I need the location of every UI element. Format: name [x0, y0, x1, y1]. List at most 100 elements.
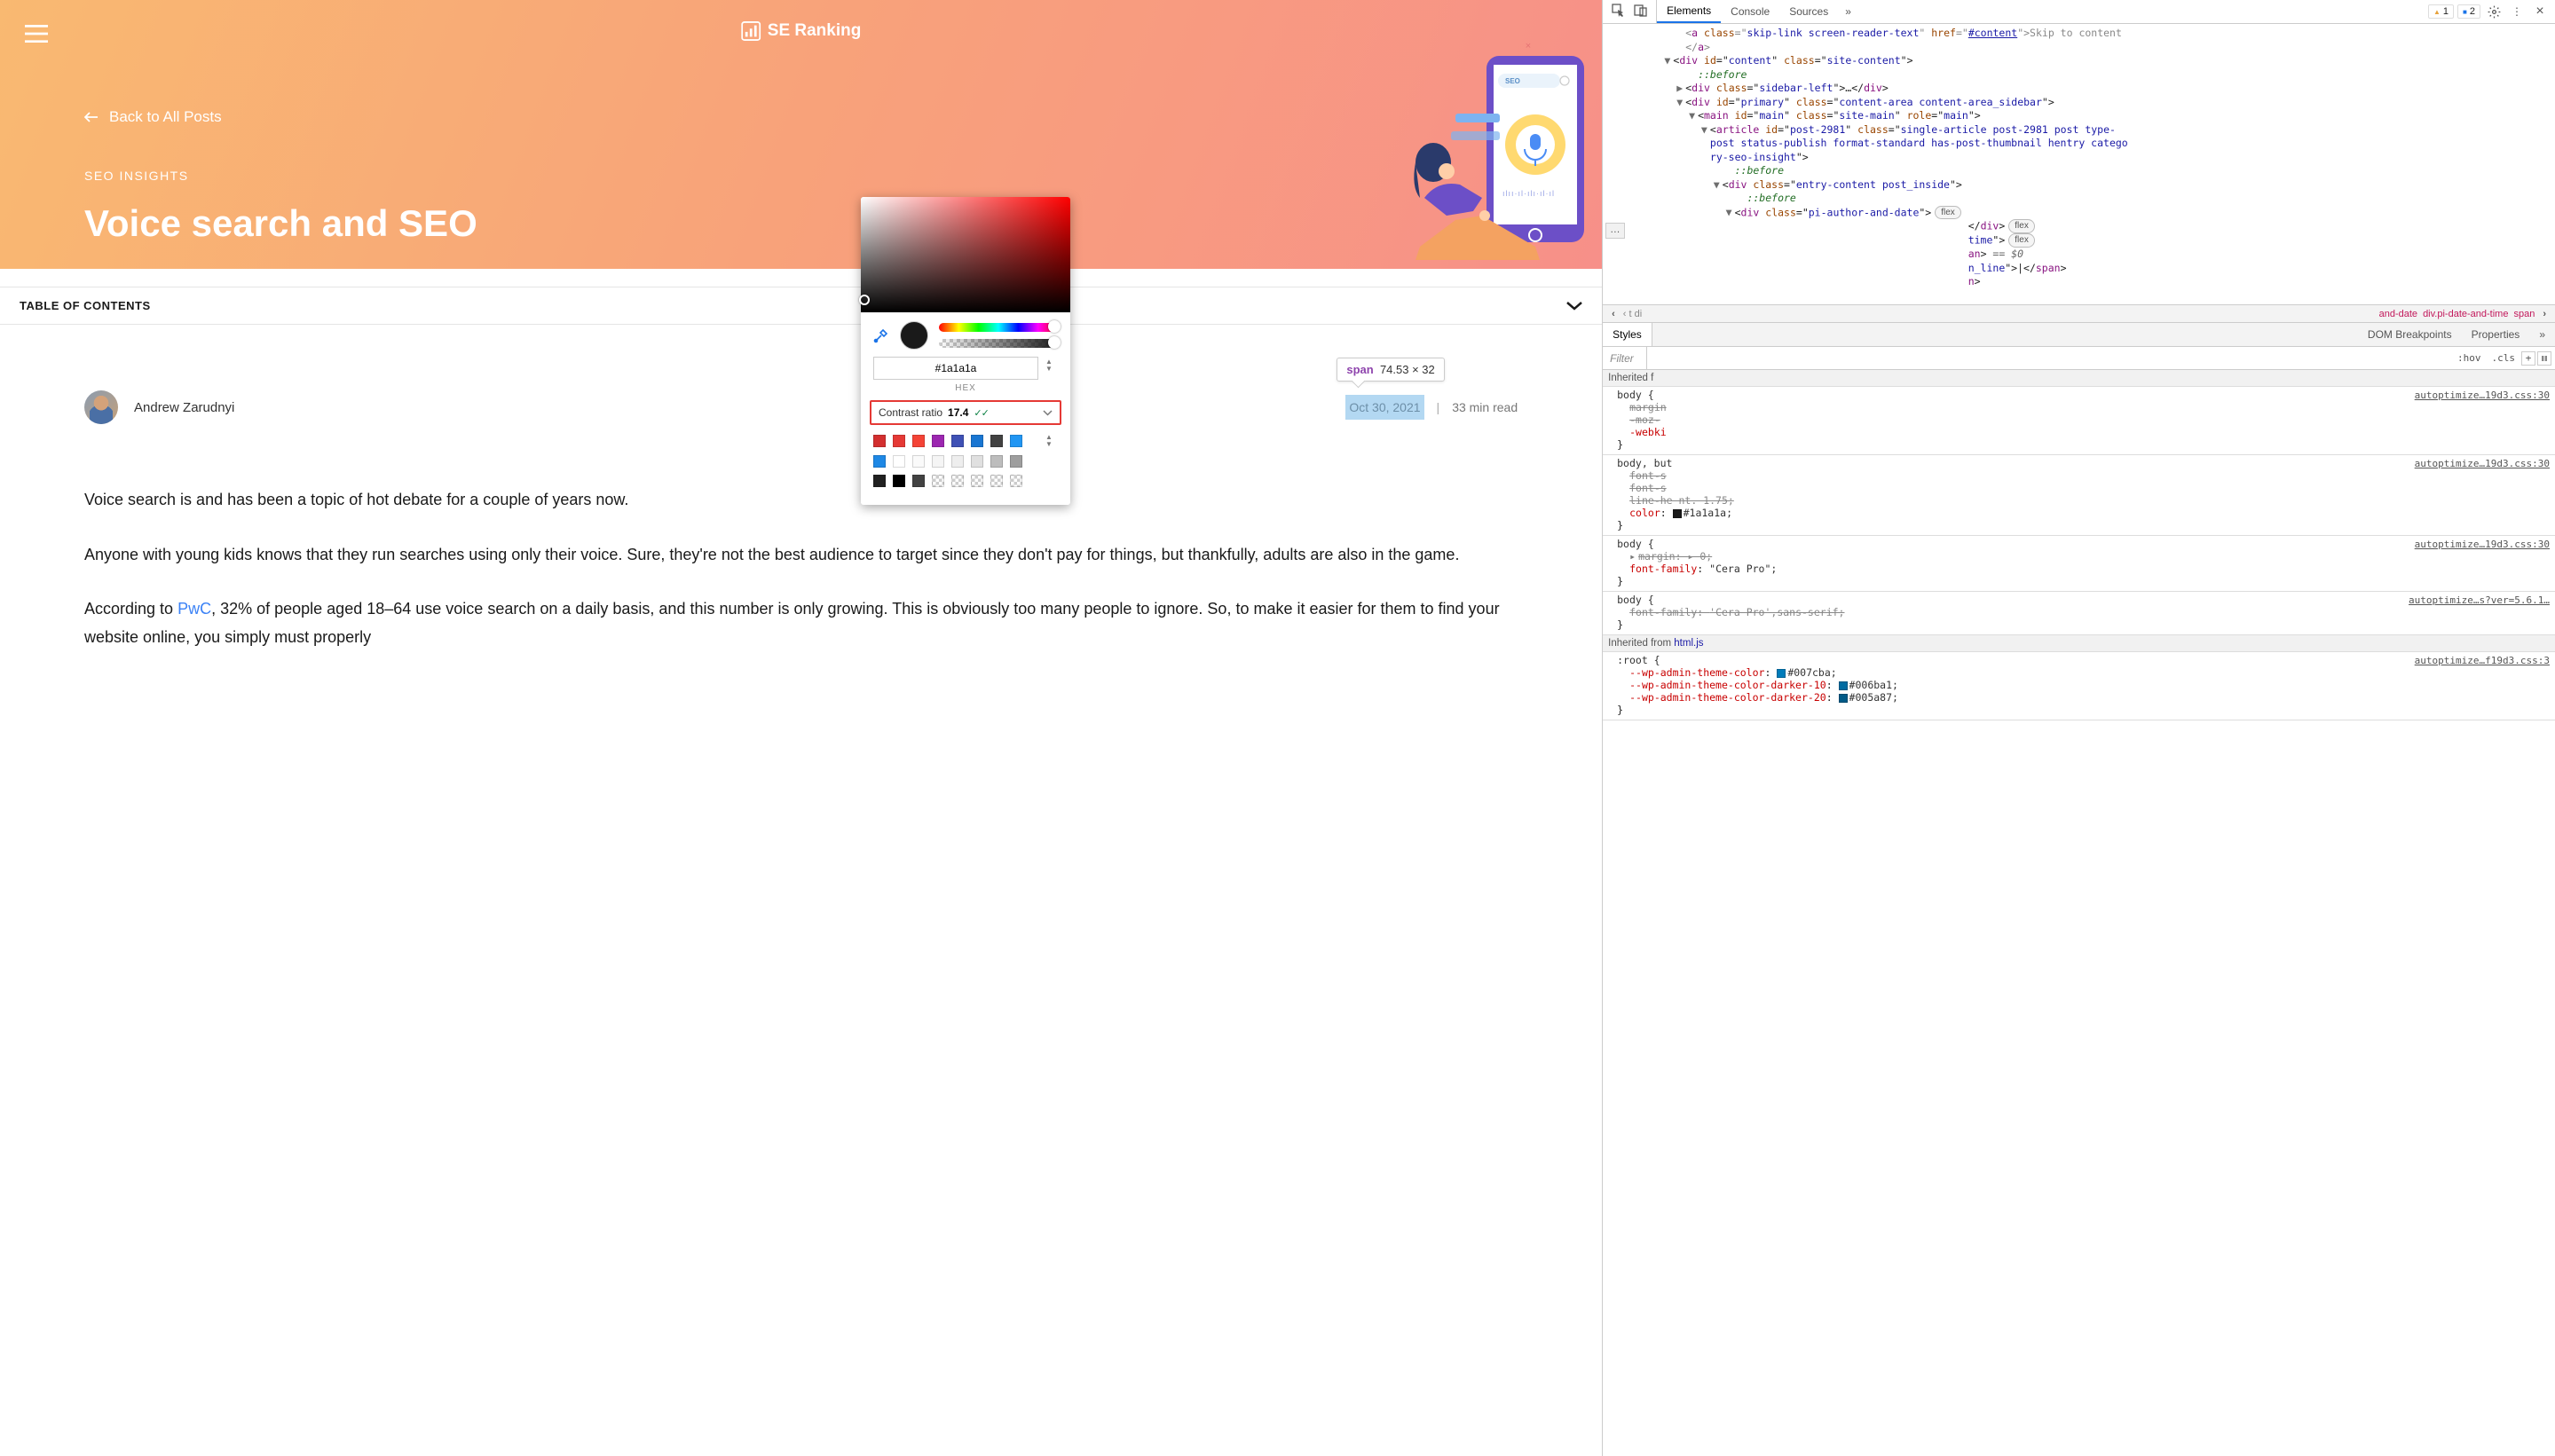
palette-swatch[interactable]	[951, 435, 964, 447]
dom-line[interactable]: </a>	[1603, 41, 2555, 55]
tab-styles[interactable]: Styles	[1603, 323, 1652, 346]
cls-toggle[interactable]: .cls	[2488, 350, 2520, 366]
crumb[interactable]: div.pi-date-and-time	[2420, 309, 2511, 319]
palette-swatch[interactable]	[951, 475, 964, 487]
palette-swatch[interactable]	[873, 435, 886, 447]
dom-tree[interactable]: <a class="skip-link screen-reader-text" …	[1603, 24, 2555, 304]
palette-swatch[interactable]	[1010, 435, 1022, 447]
palette-swatch[interactable]	[912, 435, 925, 447]
dom-line[interactable]: ▼<div class="entry-content post_inside">	[1603, 178, 2555, 193]
styles-filter-input[interactable]: Filter	[1603, 347, 1647, 369]
warnings-badge[interactable]: 1	[2428, 4, 2454, 19]
table-of-contents-toggle[interactable]: TABLE OF CONTENTS	[0, 287, 1602, 325]
issues-badge[interactable]: 2	[2457, 4, 2480, 19]
source-link[interactable]: autoptimize…19d3.css:30	[2415, 458, 2550, 469]
tab-console[interactable]: Console	[1721, 0, 1779, 23]
palette-swatch[interactable]	[873, 475, 886, 487]
contrast-expand-icon[interactable]	[1043, 406, 1053, 419]
source-link[interactable]: autoptimize…19d3.css:30	[2415, 539, 2550, 550]
dom-line[interactable]: ▼<main id="main" class="site-main" role=…	[1603, 109, 2555, 123]
css-rule[interactable]: autoptimize…s?ver=5.6.1…body {font-famil…	[1603, 592, 2555, 635]
alpha-thumb[interactable]	[1048, 336, 1061, 349]
dom-line[interactable]: ▶<div class="sidebar-left">…</div>	[1603, 82, 2555, 96]
eyedropper-icon[interactable]	[873, 327, 889, 343]
dom-line[interactable]: ▼<article id="post-2981" class="single-a…	[1603, 123, 2555, 138]
palette-swatch[interactable]	[990, 455, 1003, 468]
palette-swatch[interactable]	[932, 435, 944, 447]
contrast-ratio-row[interactable]: Contrast ratio 17.4 ✓✓	[870, 400, 1061, 425]
site-logo[interactable]: SE Ranking	[741, 21, 862, 41]
tabs-more[interactable]: »	[1838, 0, 1858, 23]
dom-line[interactable]: n_line">|</span>	[1603, 262, 2555, 276]
palette-swatch[interactable]	[990, 475, 1003, 487]
pwc-link[interactable]: PwC	[177, 600, 211, 618]
dom-line[interactable]: time">flex	[1603, 233, 2555, 248]
palette-swatch[interactable]	[893, 435, 905, 447]
dom-line[interactable]: ::before	[1603, 192, 2555, 206]
dom-line[interactable]: ::before	[1603, 68, 2555, 83]
palette-swatch[interactable]	[912, 455, 925, 468]
hov-toggle[interactable]: :hov	[2453, 350, 2486, 366]
hue-thumb[interactable]	[1048, 320, 1061, 333]
back-to-posts-link[interactable]: Back to All Posts	[84, 108, 477, 126]
saturation-cursor[interactable]	[859, 295, 870, 305]
dom-line[interactable]: ▼<div id="primary" class="content-area c…	[1603, 96, 2555, 110]
palette-switch-arrows[interactable]: ▲▼	[1045, 434, 1058, 448]
format-switch-arrows[interactable]: ▲▼	[1045, 358, 1058, 378]
css-rule[interactable]: autoptimize…19d3.css:30body {margin-moz-…	[1603, 387, 2555, 455]
dom-line[interactable]: n>	[1603, 275, 2555, 289]
palette-swatch[interactable]	[971, 455, 983, 468]
tab-elements[interactable]: Elements	[1657, 0, 1721, 23]
crumb[interactable]: and-date	[2377, 309, 2420, 319]
palette-swatch[interactable]	[971, 435, 983, 447]
alpha-slider[interactable]	[939, 339, 1058, 348]
dom-line[interactable]: post status-publish format-standard has-…	[1603, 137, 2555, 151]
styles-tabs-more[interactable]: »	[2529, 323, 2555, 346]
close-devtools-icon[interactable]: ×	[2530, 4, 2550, 20]
dom-line[interactable]: </div>flex	[1603, 219, 2555, 233]
saturation-field[interactable]	[861, 197, 1070, 312]
dom-line[interactable]: ▼<div id="content" class="site-content">	[1603, 54, 2555, 68]
author-avatar[interactable]	[84, 390, 118, 424]
palette-swatch[interactable]	[932, 475, 944, 487]
hue-slider[interactable]	[939, 323, 1058, 332]
crumb-scroll-right[interactable]: ›	[2537, 309, 2551, 319]
palette-swatch[interactable]	[932, 455, 944, 468]
palette-swatch[interactable]	[990, 435, 1003, 447]
crumb-selected[interactable]: span	[2511, 309, 2537, 319]
hex-input[interactable]: #1a1a1a	[873, 357, 1038, 380]
device-toolbar-icon[interactable]	[1634, 4, 1647, 20]
palette-swatch[interactable]	[971, 475, 983, 487]
palette-swatch[interactable]	[951, 455, 964, 468]
color-picker-popover[interactable]: #1a1a1a ▲▼ HEX Contrast ratio 17.4 ✓✓ ▲▼	[861, 197, 1070, 505]
dom-line[interactable]: <a class="skip-link screen-reader-text" …	[1603, 27, 2555, 41]
source-link[interactable]: autoptimize…s?ver=5.6.1…	[2409, 594, 2550, 606]
palette-swatch[interactable]	[1010, 455, 1022, 468]
css-rule[interactable]: autoptimize…f19d3.css:3:root {--wp-admin…	[1603, 652, 2555, 720]
computed-toggle-icon[interactable]	[2537, 351, 2551, 366]
author-name[interactable]: Andrew Zarudnyi	[134, 400, 234, 415]
dom-line[interactable]: ▼<div class="pi-author-and-date">flex	[1603, 206, 2555, 220]
palette-swatch[interactable]	[893, 455, 905, 468]
palette-swatch[interactable]	[893, 475, 905, 487]
more-options-icon[interactable]: ⋮	[2507, 5, 2527, 18]
source-link[interactable]: autoptimize…f19d3.css:3	[2415, 655, 2550, 666]
palette-swatch[interactable]	[873, 455, 886, 468]
dom-breadcrumb[interactable]: ‹ ‹ t di and-date div.pi-date-and-time s…	[1603, 304, 2555, 323]
styles-body[interactable]: Inherited fautoptimize…19d3.css:30body {…	[1603, 370, 2555, 1456]
dom-line[interactable]: ::before	[1603, 164, 2555, 178]
inspect-element-icon[interactable]	[1612, 4, 1625, 20]
tab-properties[interactable]: Properties	[2462, 323, 2530, 346]
palette-swatch[interactable]	[912, 475, 925, 487]
dom-line[interactable]: ry-seo-insight">	[1603, 151, 2555, 165]
new-style-rule-button[interactable]: +	[2521, 351, 2535, 366]
source-link[interactable]: autoptimize…19d3.css:30	[2415, 390, 2550, 401]
dom-line[interactable]: an> == $0	[1603, 248, 2555, 262]
css-rule[interactable]: autoptimize…19d3.css:30body, butfont-sfo…	[1603, 455, 2555, 536]
tab-dom-breakpoints[interactable]: DOM Breakpoints	[2358, 323, 2462, 346]
palette-swatch[interactable]	[1010, 475, 1022, 487]
settings-gear-icon[interactable]	[2484, 5, 2504, 19]
tab-sources[interactable]: Sources	[1779, 0, 1838, 23]
crumb-scroll-left[interactable]: ‹	[1606, 309, 1621, 319]
css-rule[interactable]: autoptimize…19d3.css:30body {▸margin: ▸ …	[1603, 536, 2555, 592]
